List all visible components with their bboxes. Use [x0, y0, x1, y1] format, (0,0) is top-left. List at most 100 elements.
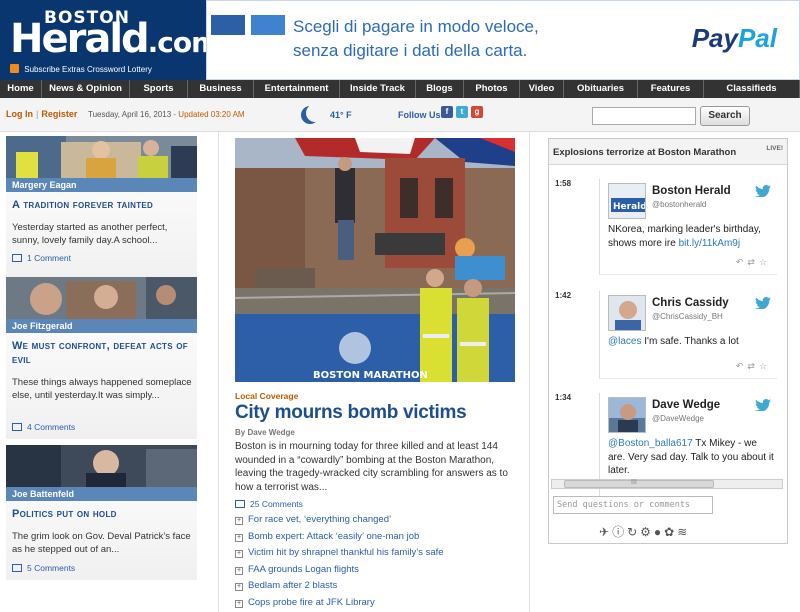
logo-main: Herald: [10, 16, 150, 62]
live-entry: 1:42 Chris Cassidy @ChrisCassidy_BH @lac…: [555, 291, 777, 391]
nav-item-classifieds[interactable]: Classifieds: [704, 80, 800, 98]
twitter-bird-icon[interactable]: [755, 185, 771, 197]
tweet-actions[interactable]: ↶⇄☆: [736, 361, 771, 372]
related-story-link[interactable]: + Cops probe fire at JFK Library: [235, 595, 525, 612]
tweet-card[interactable]: Chris Cassidy @ChrisCassidy_BH @laces I'…: [599, 291, 777, 379]
paypal-ad-banner[interactable]: Scegli di pagare in modo veloce, senza d…: [206, 0, 800, 80]
nav-item-features[interactable]: Features: [638, 80, 704, 98]
temperature[interactable]: 41° F: [330, 110, 352, 120]
avatar[interactable]: Herald: [608, 183, 646, 219]
story-headline[interactable]: A tradition forever tainted: [12, 198, 194, 212]
tweet-author[interactable]: Dave Wedge: [652, 399, 720, 411]
opinion-story: Joe Battenfeld Politics put on hold The …: [6, 445, 197, 580]
related-story-link[interactable]: + Bomb expert: Attack ‘easily’ one-man jo…: [235, 529, 525, 546]
scrollbar-thumb[interactable]: III: [564, 479, 714, 488]
story-excerpt: The grim look on Gov. Deval Patrick’s fa…: [12, 531, 191, 555]
nav-item-photos[interactable]: Photos: [464, 80, 520, 98]
live-blog-title: Explosions terrorize at Boston Marathon …: [549, 139, 787, 165]
tweet-mention[interactable]: @Boston_balla617: [608, 438, 693, 449]
author-bar[interactable]: Margery Eagan: [6, 178, 197, 192]
tweet-link[interactable]: bit.ly/11kAm9j: [679, 238, 741, 249]
story-photo[interactable]: [6, 445, 197, 487]
googleplus-icon[interactable]: g: [471, 106, 483, 118]
refresh-icon[interactable]: ↻: [627, 525, 640, 539]
twitter-icon[interactable]: t: [456, 106, 468, 118]
author-bar[interactable]: Joe Battenfeld: [6, 487, 197, 501]
nav-item-entertainment[interactable]: Entertainment: [254, 80, 340, 98]
related-story-link[interactable]: + For race vet, ‘everything changed’: [235, 512, 525, 529]
moon-weather-icon[interactable]: [306, 104, 324, 122]
site-logo[interactable]: BOSTON Herald.com Subscribe Extras Cross…: [0, 0, 220, 80]
avatar[interactable]: [608, 397, 646, 433]
settings-icon[interactable]: ⚙: [640, 525, 654, 539]
live-feed[interactable]: 1:58 Herald Boston Herald @bostonherald …: [549, 167, 787, 497]
register-link[interactable]: Register: [41, 109, 77, 119]
comment-input[interactable]: Send questions or comments: [553, 496, 713, 514]
tweet-card[interactable]: Herald Boston Herald @bostonherald NKore…: [599, 179, 777, 275]
plus-icon: +: [235, 550, 243, 558]
comments-link[interactable]: 5 Comments: [12, 563, 75, 573]
nav-item-obituaries[interactable]: Obituaries: [564, 80, 638, 98]
horizontal-scrollbar[interactable]: III: [551, 479, 783, 489]
avatar-logo-text: Herald: [613, 202, 646, 212]
plus-icon: +: [235, 583, 243, 591]
story-headline[interactable]: We must confront, defeat acts of evil: [12, 339, 194, 367]
story-photo[interactable]: [6, 136, 197, 178]
nav-item-blogs[interactable]: Blogs: [416, 80, 464, 98]
comments-link[interactable]: 1 Comment: [12, 253, 71, 263]
info-icon[interactable]: ⓘ: [612, 525, 627, 539]
follow-us-label: Follow Us: [398, 110, 441, 120]
author-bar[interactable]: Joe Fitzgerald: [6, 319, 197, 333]
search-input[interactable]: [592, 107, 696, 125]
nav-item-news-opinion[interactable]: News & Opinion: [42, 80, 130, 98]
story-headline[interactable]: Politics put on hold: [12, 507, 194, 521]
tweet-author[interactable]: Boston Herald: [652, 185, 731, 197]
related-story-title: Victim hit by shrapnel thankful his fami…: [248, 547, 444, 558]
comment-icon: [12, 564, 22, 572]
related-story-link[interactable]: + Victim hit by shrapnel thankful his fam…: [235, 545, 525, 562]
story-photo[interactable]: [6, 277, 197, 319]
main-headline[interactable]: City mourns bomb victims: [235, 402, 467, 424]
twitter-icon[interactable]: ✿: [664, 525, 677, 539]
tweet-handle[interactable]: @ChrisCassidy_BH: [652, 312, 723, 321]
main-comments-link[interactable]: 25 Comments: [235, 499, 303, 509]
nav-item-video[interactable]: Video: [520, 80, 564, 98]
ad-line-2: senza digitare i dati della carta.: [293, 41, 528, 60]
related-story-link[interactable]: + FAA grounds Logan flights: [235, 562, 525, 579]
tweet-handle[interactable]: @DaveWedge: [652, 414, 704, 423]
tweet-mention[interactable]: @laces: [608, 336, 642, 347]
plus-icon: +: [235, 566, 243, 575]
twitter-bird-icon[interactable]: [755, 297, 771, 309]
comments-count: 1 Comment: [27, 253, 71, 263]
nav-item-business[interactable]: Business: [188, 80, 254, 98]
facebook-icon[interactable]: f: [441, 106, 453, 118]
main-story-photo[interactable]: BOSTON MARATHON: [235, 138, 515, 382]
avatar[interactable]: [608, 295, 646, 331]
rss-icon[interactable]: ≋: [677, 525, 690, 539]
crossword-link[interactable]: Crossword: [87, 65, 125, 74]
tweet-text: @laces I'm safe. Thanks a lot: [608, 335, 774, 349]
tweet-actions[interactable]: ↶⇄☆: [736, 257, 771, 268]
tweet-text: @Boston_balla617 Tx Mikey - we are. Very…: [608, 437, 774, 478]
section-kicker[interactable]: Local Coverage: [235, 391, 298, 401]
nav-item-inside-track[interactable]: Inside Track: [340, 80, 416, 98]
scrollbar-grip: III: [631, 479, 637, 486]
mute-icon[interactable]: ✈: [599, 525, 612, 539]
tweet-handle[interactable]: @bostonherald: [652, 200, 706, 209]
extras-link[interactable]: Extras: [62, 65, 85, 74]
login-link[interactable]: Log In: [6, 109, 33, 119]
logo-links: Subscribe Extras Crossword Lottery: [10, 64, 152, 74]
comments-count: 5 Comments: [27, 563, 76, 573]
comment-icon: [12, 423, 22, 431]
chat-icon[interactable]: ●: [654, 525, 664, 539]
lottery-link[interactable]: Lottery: [127, 65, 151, 74]
nav-item-home[interactable]: Home: [0, 80, 42, 98]
related-story-link[interactable]: + Bedlam after 2 blasts: [235, 578, 525, 595]
search-button[interactable]: Search: [700, 106, 750, 126]
rss-icon[interactable]: [10, 64, 19, 73]
tweet-author[interactable]: Chris Cassidy: [652, 297, 729, 309]
nav-item-sports[interactable]: Sports: [130, 80, 188, 98]
twitter-bird-icon[interactable]: [755, 399, 771, 411]
comments-link[interactable]: 4 Comments: [12, 422, 75, 432]
subscribe-link[interactable]: Subscribe: [24, 65, 60, 74]
